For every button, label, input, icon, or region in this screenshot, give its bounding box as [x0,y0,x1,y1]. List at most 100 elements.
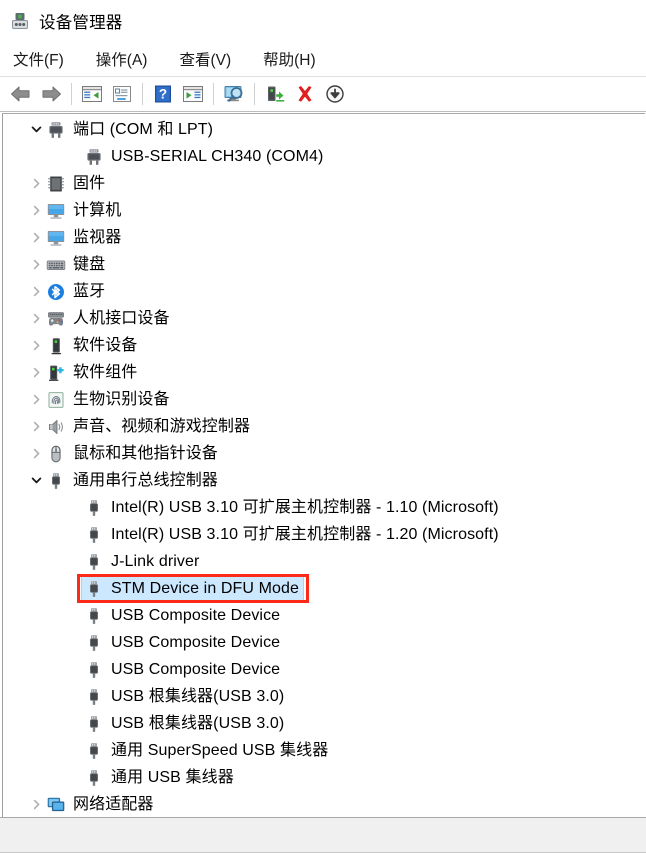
tree-row-label: 通用串行总线控制器 [73,471,218,489]
mouse-icon [46,444,66,464]
hid-icon [46,309,66,329]
tree-row[interactable]: USB Composite Device [3,602,645,629]
toolbar-action-pane[interactable] [178,80,208,108]
firmware-icon [46,174,66,194]
toolbar-properties[interactable] [107,80,137,108]
tree-row-label: 声音、视频和游戏控制器 [73,417,251,435]
toolbar: ? [0,76,646,112]
back-arrow-icon [9,84,33,104]
toolbar-separator [254,83,255,105]
tree-row[interactable]: Intel(R) USB 3.10 可扩展主机控制器 - 1.10 (Micro… [3,494,645,521]
tree-row-label: 计算机 [73,201,122,219]
toolbar-back[interactable] [6,80,36,108]
usb-icon [84,552,104,572]
tree-row[interactable]: 通用 USB 集线器 [3,764,645,791]
usb-icon [84,768,104,788]
tree-row[interactable]: J-Link driver [3,548,645,575]
tree-row-selected[interactable]: STM Device in DFU Mode [3,575,645,602]
menu-help[interactable]: 帮助(H) [262,46,317,72]
tree-row-label: 通用 USB 集线器 [111,768,234,786]
svg-text:?: ? [159,87,167,102]
computer-icon [46,201,66,221]
chevron-right-icon[interactable] [27,332,46,359]
chevron-down-icon[interactable] [27,467,46,494]
tree-row-label: 蓝牙 [73,282,106,300]
expander-placeholder [65,143,84,170]
keyboard-icon [46,255,66,275]
tree-row[interactable]: 软件组件 [3,359,645,386]
tree-row[interactable]: USB 根集线器(USB 3.0) [3,710,645,737]
tree-row[interactable]: USB Composite Device [3,656,645,683]
tree-row[interactable]: 软件设备 [3,332,645,359]
chevron-right-icon[interactable] [27,305,46,332]
tree-row[interactable]: 监视器 [3,224,645,251]
toolbar-update-driver[interactable] [260,80,290,108]
software-device-icon [46,336,66,356]
tree-row[interactable]: 鼠标和其他指针设备 [3,440,645,467]
tree-row-label: USB Composite Device [111,606,281,624]
device-tree-pane[interactable]: 端口 (COM 和 LPT) USB-SERIAL CH340 (COM4) 固… [2,113,645,817]
toolbar-disable-device[interactable] [320,80,350,108]
chevron-right-icon[interactable] [27,359,46,386]
tree-row[interactable]: 端口 (COM 和 LPT) [3,116,645,143]
tree-row-label: J-Link driver [111,552,200,570]
toolbar-separator [71,83,72,105]
toolbar-show-hide-tree[interactable] [77,80,107,108]
statusbar [0,817,646,853]
tree-row[interactable]: 计算机 [3,197,645,224]
tree-row[interactable]: 键盘 [3,251,645,278]
tree-row-label: 键盘 [73,255,106,273]
menu-action[interactable]: 操作(A) [95,46,149,72]
tree-row[interactable]: USB-SERIAL CH340 (COM4) [3,143,645,170]
update-driver-icon [264,84,286,104]
tree-row[interactable]: 固件 [3,170,645,197]
menu-view[interactable]: 查看(V) [178,46,232,72]
properties-icon [111,84,133,104]
usb-icon [84,498,104,518]
tree-row-label: 软件设备 [73,336,138,354]
chevron-right-icon[interactable] [27,224,46,251]
tree-row[interactable]: USB 根集线器(USB 3.0) [3,683,645,710]
expander-placeholder [65,764,84,791]
expander-placeholder [65,548,84,575]
chevron-right-icon[interactable] [27,170,46,197]
tree-row[interactable]: 生物识别设备 [3,386,645,413]
tree-row-label: STM Device in DFU Mode [111,579,300,597]
tree-row-label: USB-SERIAL CH340 (COM4) [111,147,324,165]
chevron-right-icon[interactable] [27,791,46,817]
toolbar-scan-hardware[interactable] [219,80,249,108]
sound-icon [46,417,66,437]
tree-row[interactable]: Intel(R) USB 3.10 可扩展主机控制器 - 1.20 (Micro… [3,521,645,548]
tree-row[interactable]: USB Composite Device [3,629,645,656]
usb-icon [84,660,104,680]
tree-row-label: Intel(R) USB 3.10 可扩展主机控制器 - 1.20 (Micro… [111,525,499,543]
toolbar-uninstall-device[interactable] [290,80,320,108]
toolbar-separator [213,83,214,105]
tree-row[interactable]: 蓝牙 [3,278,645,305]
tree-row[interactable]: 网络适配器 [3,791,645,817]
tree-row[interactable]: 通用串行总线控制器 [3,467,645,494]
chevron-down-icon[interactable] [27,116,46,143]
chevron-right-icon[interactable] [27,278,46,305]
toolbar-help[interactable]: ? [148,80,178,108]
show-hide-console-tree-icon [81,84,103,104]
tree-row[interactable]: 声音、视频和游戏控制器 [3,413,645,440]
chevron-right-icon[interactable] [27,413,46,440]
tree-row-label: 生物识别设备 [73,390,170,408]
toolbar-forward[interactable] [36,80,66,108]
tree-row[interactable]: 通用 SuperSpeed USB 集线器 [3,737,645,764]
chevron-right-icon[interactable] [27,197,46,224]
chevron-right-icon[interactable] [27,440,46,467]
bluetooth-icon [46,282,66,302]
biometric-icon [46,390,66,410]
usb-icon [84,633,104,653]
tree-row-label: 通用 SuperSpeed USB 集线器 [111,741,329,759]
chevron-right-icon[interactable] [27,386,46,413]
expander-placeholder [65,683,84,710]
tree-row-label: USB 根集线器(USB 3.0) [111,714,285,732]
tree-row[interactable]: 人机接口设备 [3,305,645,332]
device-manager-icon [10,11,30,31]
toolbar-separator [142,83,143,105]
chevron-right-icon[interactable] [27,251,46,278]
menu-file[interactable]: 文件(F) [12,46,65,72]
